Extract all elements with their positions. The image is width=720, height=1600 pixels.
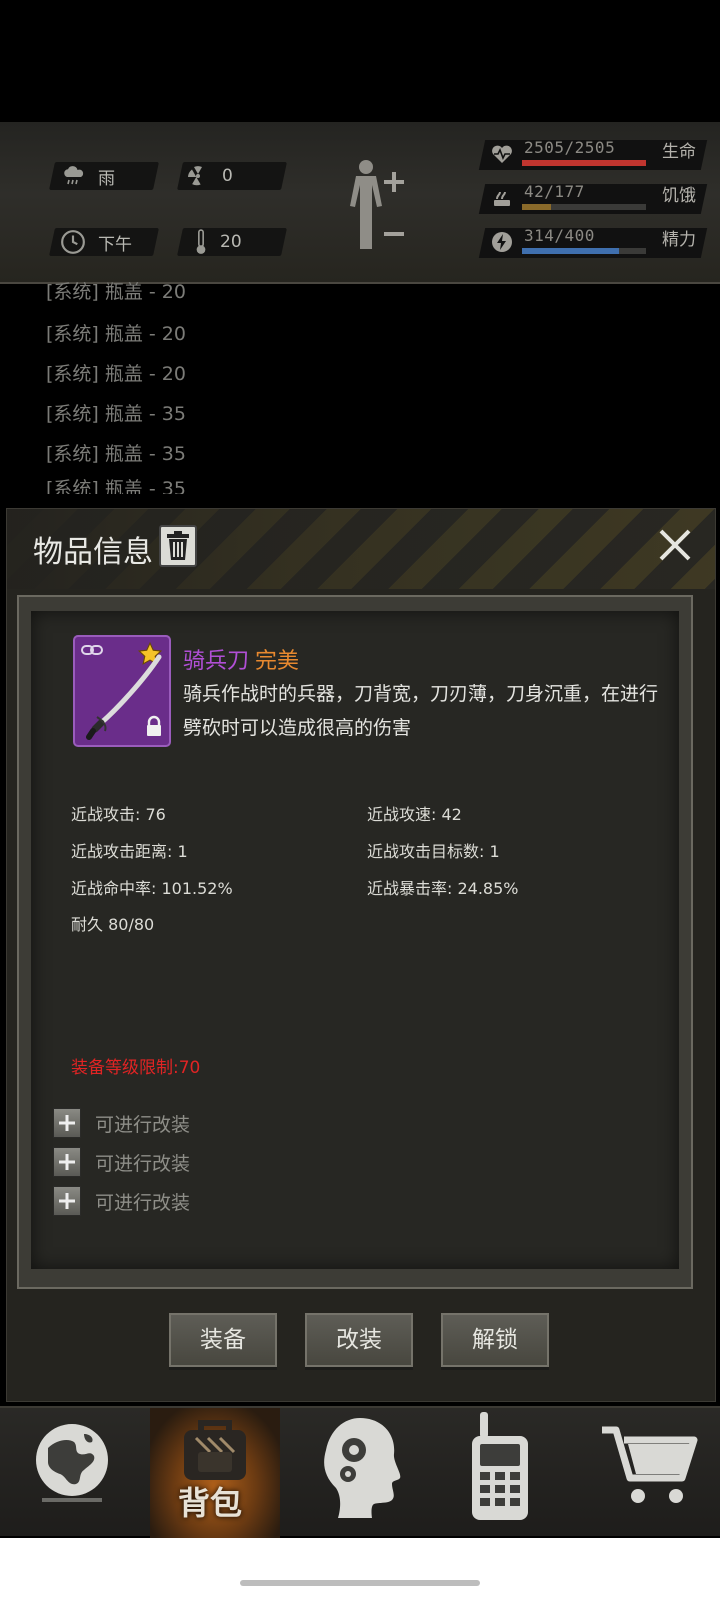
clock-icon [61, 230, 85, 254]
item-quality: 完美 [255, 649, 300, 674]
health-stat: 2505/2505 生命 [478, 138, 712, 178]
item-info-dialog: 物品信息 骑兵刀 完美 骑兵作战时的兵器，刀背宽，刀刃薄，刀身沉重，在进行劈砍时… [6, 508, 716, 1402]
health-bar-fill [522, 160, 646, 166]
item-name: 骑兵刀 [183, 649, 250, 674]
bottom-nav: 背包 [0, 1406, 720, 1538]
add-mod-icon [53, 1108, 81, 1138]
energy-icon [492, 232, 512, 252]
home-indicator[interactable] [240, 1580, 480, 1586]
energy-stat: 314/400 精力 [478, 226, 712, 266]
radiation-indicator: 0 [186, 162, 233, 190]
mod-slot-label: 可进行改装 [95, 1113, 191, 1136]
nav-skills[interactable] [302, 1408, 432, 1538]
weather-text: 雨 [98, 168, 115, 189]
add-mod-icon [53, 1186, 81, 1216]
nav-radio[interactable] [444, 1408, 574, 1538]
mod-slot[interactable]: 可进行改装 [53, 1146, 190, 1178]
mod-slot-label: 可进行改装 [95, 1191, 191, 1214]
log-line: [系统] 瓶盖 - 20 [46, 363, 186, 385]
minus-icon [384, 232, 404, 236]
add-mod-icon [53, 1147, 81, 1177]
temperature-text: 20 [220, 232, 242, 252]
nav-shop[interactable] [590, 1408, 720, 1538]
item-title: 骑兵刀 完美 [183, 643, 299, 675]
log-line: [系统] 瓶盖 - 35 [46, 403, 186, 425]
stat-melee-attack: 近战攻击: 76 [71, 805, 166, 824]
close-icon [659, 529, 691, 561]
thermometer-icon [196, 229, 206, 254]
stat-melee-speed: 近战攻速: 42 [367, 805, 462, 824]
walkie-talkie-icon [472, 1412, 528, 1520]
log-line: [系统] 瓶盖 - 35 [46, 443, 186, 465]
mod-slot-label: 可进行改装 [95, 1152, 191, 1175]
radiation-text: 0 [222, 166, 233, 186]
mod-slot[interactable]: 可进行改装 [53, 1107, 190, 1139]
plus-icon [384, 172, 404, 192]
energy-value: 314/400 [524, 226, 595, 245]
stat-melee-targets: 近战攻击目标数: 1 [367, 842, 500, 861]
temperature-indicator: 20 [194, 228, 242, 256]
backpack-icon [184, 1420, 246, 1480]
nav-backpack-label: 背包 [178, 1484, 243, 1522]
energy-label: 精力 [662, 230, 696, 250]
hunger-bar-fill [522, 204, 552, 210]
rain-cloud-icon [64, 166, 84, 185]
modify-button[interactable]: 改装 [305, 1313, 413, 1367]
log-line: [系统] 瓶盖 - 20 [46, 323, 186, 345]
time-indicator: 下午 [60, 228, 132, 256]
head-gears-icon [324, 1418, 401, 1518]
body-status-button[interactable] [344, 158, 414, 256]
item-description: 骑兵作战时的兵器，刀背宽，刀刃薄，刀身沉重，在进行劈砍时可以造成很高的伤害 [183, 683, 659, 739]
health-value: 2505/2505 [524, 138, 616, 157]
system-nav-area [0, 1538, 720, 1600]
discard-button[interactable] [159, 525, 197, 567]
dialog-title: 物品信息 [33, 535, 153, 570]
close-button[interactable] [653, 523, 697, 567]
hunger-value: 42/177 [524, 182, 585, 201]
hunger-label: 饥饿 [662, 186, 696, 206]
item-icon-tile[interactable] [73, 635, 171, 747]
status-bar: 雨 0 下午 20 2505/2505 生命 42/177 饥饿 314/400… [0, 122, 720, 284]
equip-button[interactable]: 装备 [169, 1313, 277, 1367]
nav-world[interactable] [12, 1408, 142, 1538]
log-line: [系统] 瓶盖 - 35 [46, 478, 186, 494]
mod-slot[interactable]: 可进行改装 [53, 1185, 190, 1217]
radiation-icon [188, 166, 202, 186]
level-requirement: 装备等级限制:70 [71, 1058, 201, 1078]
stat-melee-crit: 近战暴击率: 24.85% [367, 879, 519, 898]
weather-indicator: 雨 [62, 162, 115, 190]
food-icon [494, 191, 510, 206]
stat-melee-hit: 近战命中率: 101.52% [71, 879, 233, 898]
log-line: [系统] 瓶盖 - 20 [46, 281, 186, 303]
unlock-button[interactable]: 解锁 [441, 1313, 549, 1367]
nav-backpack[interactable]: 背包 [150, 1408, 280, 1538]
stat-melee-range: 近战攻击距离: 1 [71, 842, 188, 861]
trash-icon [167, 531, 189, 560]
stat-durability: 耐久 80/80 [71, 915, 155, 934]
hunger-stat: 42/177 饥饿 [478, 182, 712, 222]
health-label: 生命 [662, 142, 696, 162]
time-text: 下午 [98, 234, 132, 255]
heartbeat-icon [492, 145, 512, 163]
energy-bar-fill [522, 248, 620, 254]
globe-icon [36, 1424, 108, 1502]
lock-icon [147, 715, 161, 736]
shopping-cart-icon [602, 1426, 698, 1503]
